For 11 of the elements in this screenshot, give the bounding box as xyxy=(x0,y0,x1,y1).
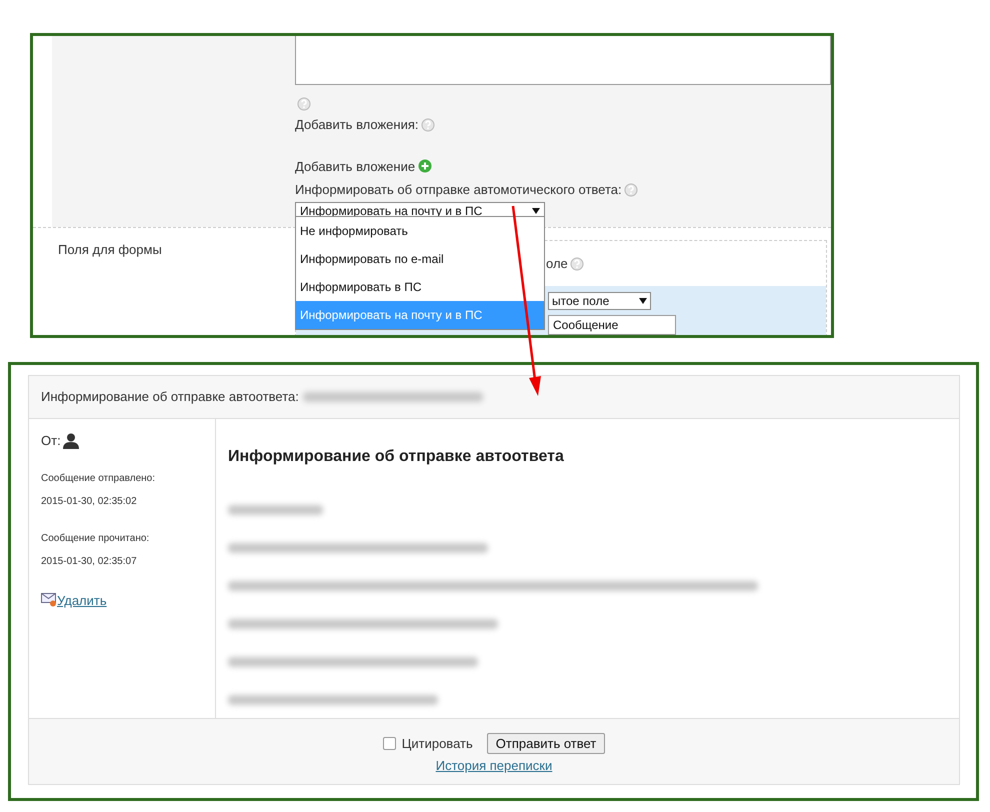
read-time: 2015-01-30, 02:35:07 xyxy=(41,554,138,568)
notify-label: Информировать об отправке автомотического ответа: xyxy=(295,181,622,199)
attachments-label: Добавить вложения: xyxy=(295,116,419,134)
read-label: Сообщение прочитано: xyxy=(41,532,150,546)
sent-label: Сообщение отправлено: xyxy=(41,472,156,486)
sent-time: 2015-01-30, 02:35:02 xyxy=(41,494,138,508)
message-title: Информирование об отправке автоответа xyxy=(228,447,565,467)
field-label: оле xyxy=(546,254,568,273)
from-label: От: xyxy=(41,432,61,450)
form-fields-label: Поля для формы xyxy=(58,242,162,257)
header-title: Информирование об отправке автоответа: xyxy=(41,388,299,406)
